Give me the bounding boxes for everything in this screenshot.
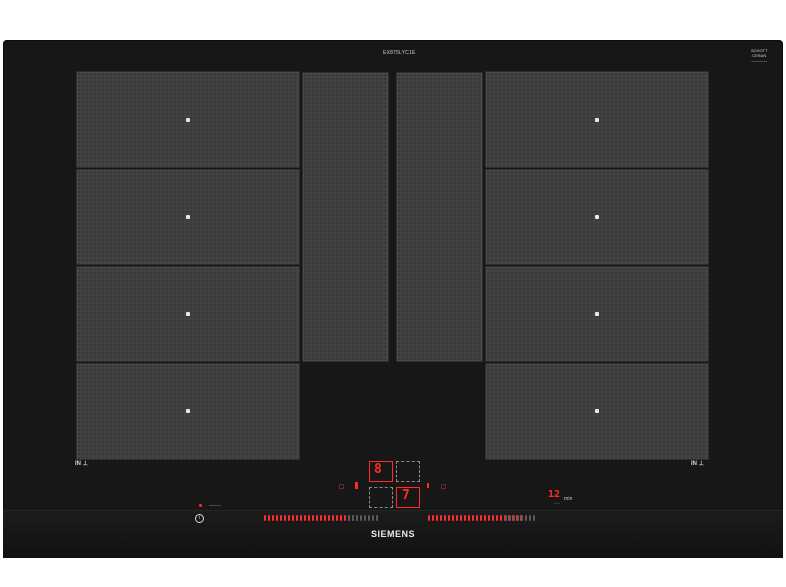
cooking-zone-center-right[interactable] [396,72,483,362]
indicator-mark [427,483,429,488]
timer-sub: ◦◦◦ [554,501,560,507]
cooktop: EX875LYC1E SCHOTT CERAN ———— IN ⊥ IN ⊥ 8… [3,40,783,558]
power-slider-left[interactable] [264,514,358,522]
zone-marker [595,409,599,413]
induction-symbol-icon: ⊥ [698,461,704,467]
in-label-right: IN ⊥ [691,460,704,467]
timer-unit: min [564,496,573,502]
cooking-zone-right-1[interactable] [485,71,709,168]
right-power-digit: 7 [402,488,410,503]
zone-marker [186,409,190,413]
in-label-left: IN ⊥ [75,460,88,467]
indicator-dot-left [339,484,344,489]
in-label-right-text: IN [691,461,697,467]
cooking-zone-left-2[interactable] [76,169,300,265]
cooking-zone-right-4[interactable] [485,363,709,460]
power-slider-right-dim[interactable] [505,514,535,522]
zone-marker [595,215,599,219]
cooking-zone-right-2[interactable] [485,169,709,265]
left-power-digit: 8 [374,462,382,477]
power-slider-left-dim[interactable] [348,514,378,522]
right-digit-frame-empty[interactable] [396,461,420,482]
cooking-zone-left-3[interactable] [76,266,300,362]
power-indicator-led [199,504,202,507]
cooking-zone-right-3[interactable] [485,266,709,362]
cooking-zone-center-left[interactable] [302,72,389,362]
induction-symbol-icon: ⊥ [82,461,88,467]
badge-line3: ———— [751,58,768,63]
zone-marker [186,118,190,122]
in-label-left-text: IN [75,461,81,467]
cooking-zone-left-1[interactable] [76,71,300,168]
cooking-zone-left-4[interactable] [76,363,300,460]
zone-marker [595,118,599,122]
indicator-dot-right [441,484,446,489]
schott-ceran-badge: SCHOTT CERAN ———— [751,48,767,63]
zone-marker [595,312,599,316]
zone-marker [186,312,190,316]
brand-logo: SIEMENS [370,529,415,539]
model-code: EX875LYC1E [383,50,416,56]
indicator-bar [355,482,358,489]
power-indicator-line [209,505,221,506]
timer-display: 12 [548,489,561,500]
left-lower-frame-empty[interactable] [369,487,393,508]
power-icon[interactable]: i [195,514,204,523]
zone-marker [186,215,190,219]
